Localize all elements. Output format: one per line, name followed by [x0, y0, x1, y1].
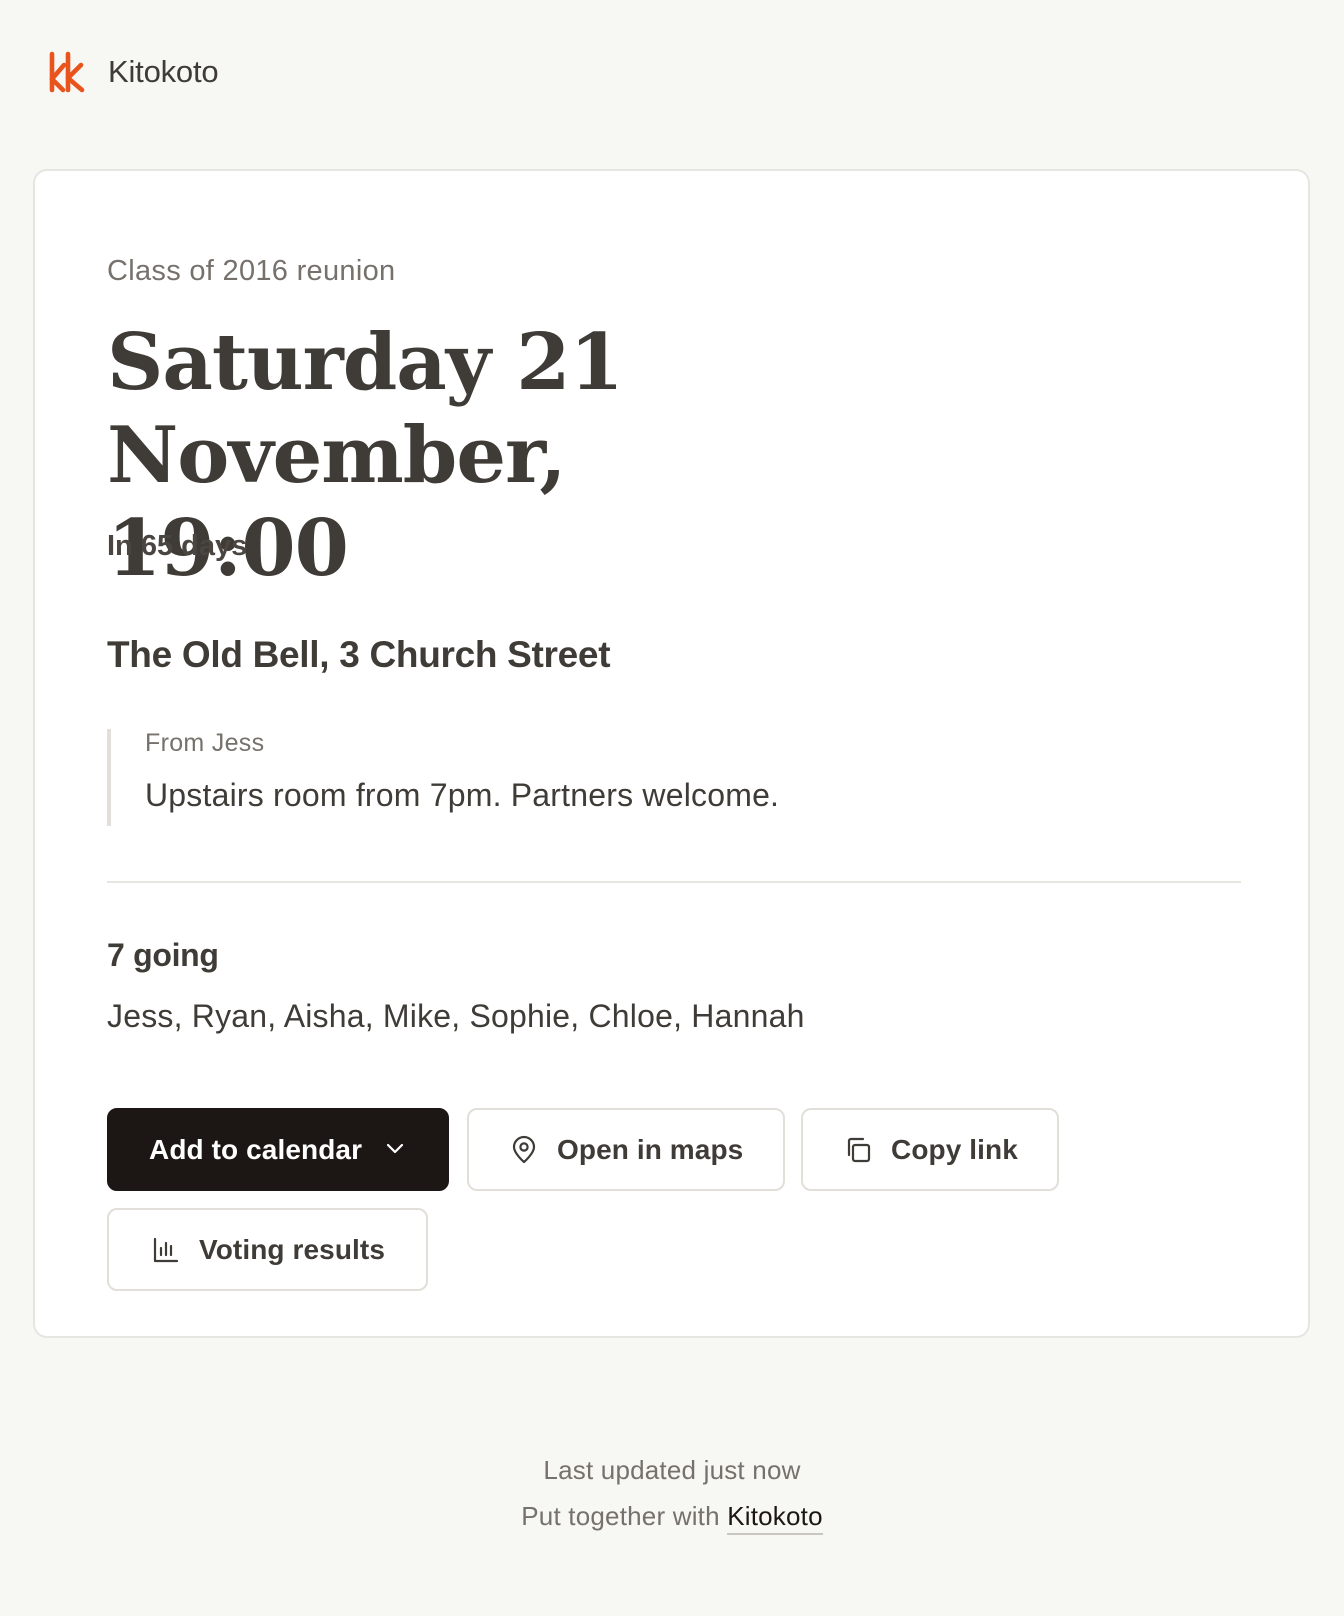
divider	[107, 881, 1241, 883]
note-author: From Jess	[145, 729, 265, 757]
event-date-day: Saturday 21 November,	[107, 317, 624, 501]
countdown: In 65 days	[107, 530, 248, 562]
footer-credit: Put together with Kitokoto	[0, 1501, 1344, 1535]
event-card: Class of 2016 reunion Saturday 21 Novemb…	[33, 169, 1310, 1338]
add-to-calendar-label: Add to calendar	[149, 1133, 363, 1165]
footer-credit-prefix: Put together with	[521, 1501, 720, 1531]
organizer-note: From Jess Upstairs room from 7pm. Partne…	[107, 729, 911, 826]
bar-chart-icon	[153, 1237, 179, 1263]
kk-logo-icon	[49, 51, 85, 93]
copy-link-label: Copy link	[891, 1133, 1018, 1165]
event-card-content: Class of 2016 reunion Saturday 21 Novemb…	[107, 171, 1241, 1336]
attendee-names: Jess, Ryan, Aisha, Mike, Sophie, Chloe, …	[107, 998, 805, 1034]
attendee-count: 7 going	[107, 937, 219, 973]
voting-results-button[interactable]: Voting results	[107, 1208, 428, 1291]
chevron-down-icon	[386, 1143, 404, 1154]
note-text: Upstairs room from 7pm. Partners welcome…	[145, 777, 780, 813]
open-in-maps-button[interactable]: Open in maps	[467, 1108, 785, 1191]
map-pin-icon	[512, 1135, 536, 1164]
copy-link-button[interactable]: Copy link	[801, 1108, 1059, 1191]
last-updated: Last updated just now	[543, 1455, 801, 1485]
voting-results-label: Voting results	[199, 1233, 386, 1265]
brand-name: Kitokoto	[108, 54, 219, 89]
event-date: Saturday 21 November, 19:00	[107, 316, 1107, 595]
event-name: Class of 2016 reunion	[107, 255, 396, 287]
footer-kitokoto-link[interactable]: Kitokoto	[727, 1501, 823, 1535]
copy-icon	[847, 1137, 871, 1163]
add-to-calendar-button[interactable]: Add to calendar	[107, 1108, 449, 1191]
venue: The Old Bell, 3 Church Street	[107, 634, 611, 675]
open-in-maps-label: Open in maps	[557, 1133, 744, 1165]
brand[interactable]: Kitokoto	[48, 50, 219, 94]
